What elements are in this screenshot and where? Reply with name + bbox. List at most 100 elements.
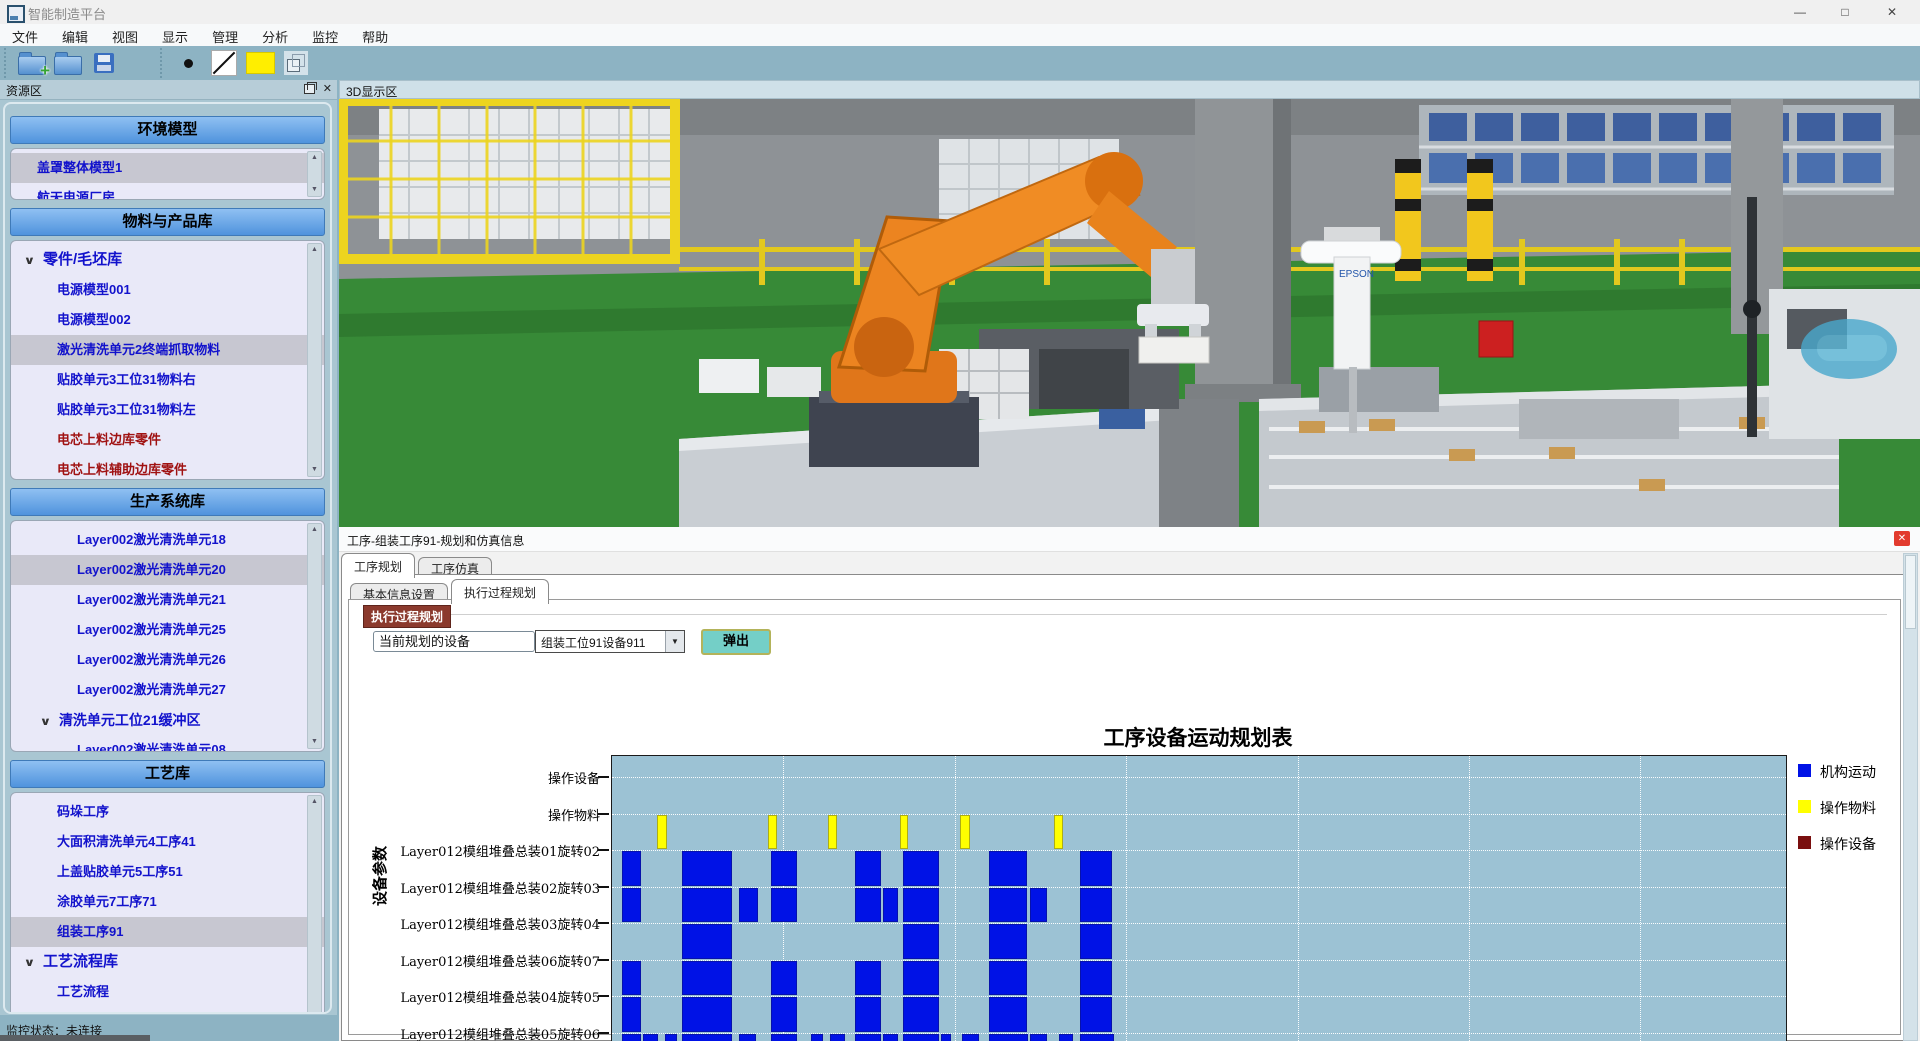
planning-tab[interactable]: 执行过程规划 bbox=[451, 579, 549, 604]
gantt-bar bbox=[1054, 815, 1063, 850]
minimize-button[interactable]: — bbox=[1780, 0, 1820, 24]
current-device-field[interactable]: 当前规划的设备 bbox=[373, 631, 535, 652]
legend-label: 操作设备 bbox=[1820, 834, 1876, 854]
tree-item[interactable]: Layer002激光清洗单元20 bbox=[11, 555, 324, 585]
gantt-bar bbox=[622, 888, 641, 923]
scroll-up-icon[interactable]: ▲ bbox=[308, 524, 321, 536]
gantt-bar bbox=[768, 815, 777, 850]
tree-item[interactable]: Layer002激光清洗单元26 bbox=[11, 645, 324, 675]
tree-item[interactable]: 贴胶单元3工位31物料右 bbox=[11, 365, 324, 395]
gantt-bar bbox=[989, 924, 1027, 959]
scroll-down-icon[interactable]: ▼ bbox=[308, 464, 321, 476]
y-axis-label: Layer012模组堆叠总装01旋转02 bbox=[350, 841, 600, 860]
gantt-bar bbox=[960, 815, 970, 850]
gantt-bar bbox=[989, 997, 1027, 1032]
line-tool-button[interactable] bbox=[206, 48, 242, 78]
legend-label: 机构运动 bbox=[1820, 762, 1876, 782]
tree-group[interactable]: ∨清洗单元工位21缓冲区 bbox=[11, 705, 324, 735]
tree-group[interactable]: ∨工艺流程库 bbox=[11, 947, 324, 977]
process-tab[interactable]: 工序规划 bbox=[341, 553, 415, 578]
cube-tool-icon bbox=[284, 51, 308, 75]
y-tick bbox=[598, 959, 609, 961]
scroll-down-icon[interactable]: ▼ bbox=[308, 736, 321, 748]
gantt-bar bbox=[665, 1034, 677, 1041]
gantt-bar bbox=[771, 1034, 797, 1041]
rect-tool-button[interactable] bbox=[242, 48, 278, 78]
toolbar bbox=[0, 46, 1920, 80]
section-list: 码垛工序大面积清洗单元4工序41 上盖贴胶单元5工序51涂胶单元7工序71组装工序… bbox=[10, 792, 325, 1014]
scrollbar-thumb[interactable] bbox=[1905, 555, 1916, 629]
3d-scene[interactable]: EPSON bbox=[339, 99, 1920, 527]
section-header[interactable]: 生产系统库 bbox=[10, 488, 325, 516]
tree-item[interactable]: 盖罩整体模型1 bbox=[11, 153, 324, 183]
toolbar-file-group bbox=[4, 48, 122, 78]
legend-entry: 操作物料 bbox=[1798, 796, 1918, 832]
new-scene-button[interactable] bbox=[14, 48, 50, 78]
scroll-down-icon[interactable]: ▼ bbox=[308, 184, 321, 196]
tree-item[interactable]: Layer002激光清洗单元18 bbox=[11, 525, 324, 555]
y-axis-label: Layer012模组堆叠总装03旋转04 bbox=[350, 914, 600, 933]
tree-group[interactable]: ∨零件/毛坯库 bbox=[11, 245, 324, 275]
tree-item[interactable]: Layer002激光清洗单元08 bbox=[11, 735, 324, 752]
section-header[interactable]: 物料与产品库 bbox=[10, 208, 325, 236]
process-panel-title: 工序-组装工序91-规划和仿真信息 bbox=[347, 532, 524, 549]
close-panel-icon[interactable]: ✕ bbox=[323, 82, 332, 95]
tree-item[interactable]: 电源模型001 bbox=[11, 275, 324, 305]
tree-item[interactable]: 电芯上料辅助边库零件 bbox=[11, 455, 324, 480]
device-dropdown[interactable]: 组装工位91设备911 ▼ bbox=[535, 630, 685, 653]
tree-item[interactable]: Layer002激光清洗单元27 bbox=[11, 675, 324, 705]
tree-item[interactable]: 码垛工序 bbox=[11, 797, 324, 827]
item-label: 盖罩整体模型1 bbox=[37, 160, 122, 175]
section-header[interactable]: 环境模型 bbox=[10, 116, 325, 144]
gantt-bar bbox=[1080, 961, 1113, 996]
y-axis-label: Layer012模组堆叠总装06旋转07 bbox=[350, 951, 600, 970]
item-label: 大面积清洗单元4工序41 bbox=[57, 834, 196, 849]
scroll-up-icon[interactable]: ▲ bbox=[308, 796, 321, 808]
gantt-bar bbox=[855, 961, 881, 996]
new-scene-icon bbox=[18, 56, 46, 75]
save-scene-button[interactable] bbox=[86, 48, 122, 78]
tree-item[interactable]: 涂胶单元7工序71 bbox=[11, 887, 324, 917]
gantt-bar bbox=[682, 888, 732, 923]
tree-item[interactable]: 电源模型002 bbox=[11, 305, 324, 335]
tree-item[interactable]: 激光清洗单元2终端抓取物料 bbox=[11, 335, 324, 365]
tree-item[interactable]: 大面积清洗单元4工序41 bbox=[11, 827, 324, 857]
y-axis-label: 操作设备 bbox=[350, 768, 600, 787]
tree-item[interactable]: 上盖贴胶单元5工序51 bbox=[11, 857, 324, 887]
section-list: 盖罩整体模型1航天电源厂房▲▼ bbox=[10, 148, 325, 200]
y-axis-label: Layer012模组堆叠总装05旋转06 bbox=[350, 1024, 600, 1041]
open-scene-button[interactable] bbox=[50, 48, 86, 78]
tree-item[interactable]: Layer002激光清洗单元25 bbox=[11, 615, 324, 645]
tree-item[interactable]: 航天电源厂房 bbox=[11, 183, 324, 200]
float-panel-icon[interactable] bbox=[304, 84, 315, 94]
scrollbar[interactable]: ▲▼ bbox=[307, 523, 322, 749]
tree-item[interactable]: 组装工序91 bbox=[11, 917, 324, 947]
section-header[interactable]: 工艺库 bbox=[10, 760, 325, 788]
scrollbar[interactable]: ▲▼ bbox=[307, 795, 322, 1014]
maximize-button[interactable]: □ bbox=[1825, 0, 1865, 24]
gantt-bar bbox=[855, 888, 881, 923]
gantt-bar bbox=[622, 851, 641, 886]
popup-button[interactable]: 弹出 bbox=[701, 629, 771, 655]
cube-tool-button[interactable] bbox=[278, 48, 314, 78]
tree-item[interactable]: Layer002激光清洗单元21 bbox=[11, 585, 324, 615]
gantt-bar bbox=[771, 961, 797, 996]
close-button[interactable]: ✕ bbox=[1872, 0, 1912, 24]
scroll-up-icon[interactable]: ▲ bbox=[308, 244, 321, 256]
tree-item[interactable]: 贴胶单元3工位31物料左 bbox=[11, 395, 324, 425]
point-tool-button[interactable] bbox=[170, 48, 206, 78]
scrollbar[interactable]: ▲▼ bbox=[307, 151, 322, 197]
tree-item[interactable]: 电芯上料边库零件 bbox=[11, 425, 324, 455]
legend-swatch bbox=[1798, 836, 1811, 849]
item-label: Layer002激光清洗单元27 bbox=[77, 682, 226, 697]
panel-close-icon[interactable]: ✕ bbox=[1894, 531, 1910, 546]
gridline bbox=[1298, 756, 1299, 1041]
gridline bbox=[955, 756, 956, 1041]
scroll-up-icon[interactable]: ▲ bbox=[308, 152, 321, 164]
panel-scrollbar[interactable] bbox=[1903, 553, 1918, 1041]
legend-swatch bbox=[1798, 800, 1811, 813]
scrollbar[interactable]: ▲▼ bbox=[307, 243, 322, 477]
tree-item[interactable]: 工艺流程 bbox=[11, 977, 324, 1007]
rect-tool-icon bbox=[246, 52, 275, 74]
line-tool-icon bbox=[211, 50, 237, 76]
